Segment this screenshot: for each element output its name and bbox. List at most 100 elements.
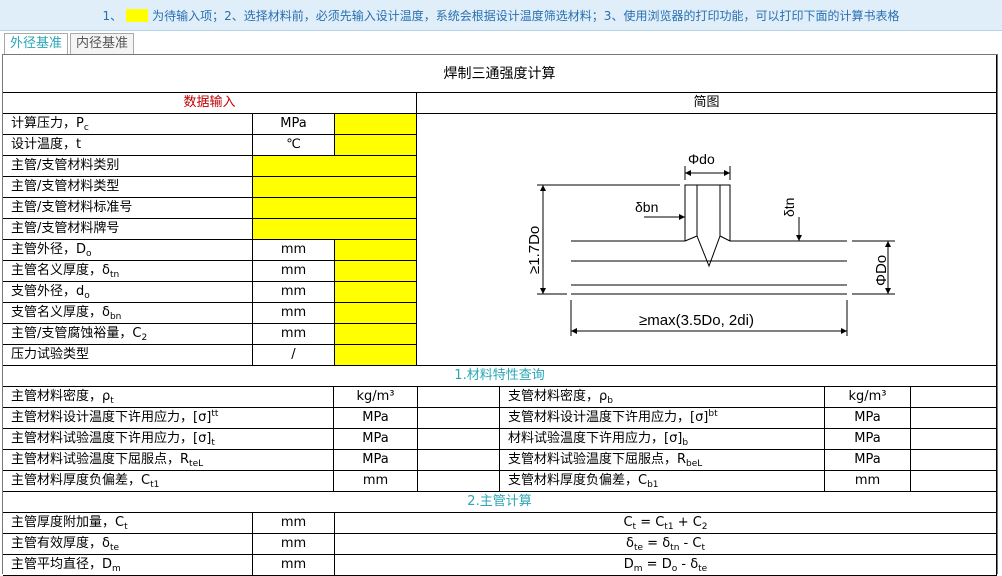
unit-cell: mm xyxy=(253,555,335,576)
input-field[interactable] xyxy=(335,135,417,156)
input-row-label: 压力试验类型 xyxy=(3,345,253,366)
input-row-label: 主管/支管材料标准号 xyxy=(3,198,253,219)
instructions-text: 为待输入项；2、选择材料前，必须先输入设计温度，系统会根据设计温度筛选材料；3、… xyxy=(152,8,900,23)
property-value-cell xyxy=(418,387,500,408)
formula-subscript: te xyxy=(698,564,708,574)
unit-text: / xyxy=(291,347,296,362)
calc-label-subscript: te xyxy=(109,543,120,553)
instructions-banner: 1、 为待输入项；2、选择材料前，必须先输入设计温度，系统会根据设计温度筛选材料… xyxy=(0,0,1002,31)
row-label-subscript: bn xyxy=(109,312,122,322)
weld-lines xyxy=(684,235,731,242)
section2-header: 2.主管计算 xyxy=(3,492,997,513)
input-row-label: 主管/支管材料牌号 xyxy=(3,219,253,240)
instructions-prefix: 1、 xyxy=(102,8,123,23)
input-select-field[interactable] xyxy=(253,177,417,198)
row-label-text: 主管/支管材料类型 xyxy=(11,179,120,194)
property-label-text: 支管材料厚度负偏差，C xyxy=(508,473,648,488)
material-property-label: 主管材料试验温度下屈服点，RteL xyxy=(3,450,334,471)
tee-body-outline xyxy=(571,184,847,295)
dimension-lines xyxy=(537,166,895,336)
formula-text: C xyxy=(623,515,633,530)
unit-cell: kg/m³ xyxy=(334,387,418,408)
tab-inner-diameter[interactable]: 内径基准 xyxy=(70,33,135,54)
row-label-text: 计算压力，P xyxy=(11,116,84,131)
unit-text: MPa xyxy=(280,116,307,131)
calc-row-label: 主管有效厚度，δte xyxy=(3,534,253,555)
property-subscript: b xyxy=(607,396,613,406)
unit-cell: mm xyxy=(253,240,335,261)
input-row-label: 支管外径，do xyxy=(3,282,253,303)
branch-inner-walls xyxy=(696,185,721,268)
input-row-label: 主管/支管材料类型 xyxy=(3,177,253,198)
input-row-label: 主管名义厚度，δtn xyxy=(3,261,253,282)
row-label-text: 支管外径，d xyxy=(11,284,85,299)
property-label-text: 主管材料试验温度下许用应力，[σ] xyxy=(11,431,212,446)
formula-text: = C xyxy=(636,515,665,530)
unit-text: kg/m³ xyxy=(848,389,887,404)
formula-text: - C xyxy=(679,536,702,551)
property-subscript: t xyxy=(211,438,215,448)
tab-outer-diameter[interactable]: 外径基准 xyxy=(4,33,69,55)
input-row-label: 计算压力，Pc xyxy=(3,114,253,135)
material-property-label: 主管材料密度，ρt xyxy=(3,387,334,408)
material-property-label: 支管材料试验温度下屈服点，RbeL xyxy=(500,450,825,471)
formula-subscript: t xyxy=(701,543,705,553)
unit-text: mm xyxy=(280,284,307,299)
calc-row-label: 主管平均直径，Dm xyxy=(3,555,253,576)
label-branch-thickness: δbn xyxy=(635,199,658,215)
unit-text: mm xyxy=(362,473,389,488)
input-field[interactable] xyxy=(335,240,417,261)
label-height: ≥1.7Do xyxy=(526,226,543,274)
calc-label-subscript: t xyxy=(124,522,128,532)
label-branch-od: Φdo xyxy=(688,151,715,167)
property-subscript: teL xyxy=(189,459,204,469)
row-label-text: 主管外径，D xyxy=(11,242,87,257)
formula-cell: Ct = Ct1 + C2 xyxy=(335,513,997,534)
unit-text: MPa xyxy=(854,452,881,467)
input-select-field[interactable] xyxy=(253,219,417,240)
property-label-text: 支管材料试验温度下屈服点，R xyxy=(508,452,687,467)
input-field[interactable] xyxy=(335,114,417,135)
property-label-text: 主管材料厚度负偏差，C xyxy=(11,473,151,488)
row-label-text: 设计温度，t xyxy=(11,137,82,152)
property-value-cell xyxy=(418,408,500,429)
row-label-subscript: o xyxy=(84,291,90,301)
unit-cell: kg/m³ xyxy=(825,387,911,408)
tee-diagram-panel: Φdo δbn δtn ≥1.7Do ΦDo ≥max(3.5Do, 2di) xyxy=(417,114,997,366)
label-length: ≥max(3.5Do, 2di) xyxy=(639,312,754,329)
row-label-text: 主管/支管腐蚀裕量，C xyxy=(11,326,142,341)
input-field[interactable] xyxy=(335,261,417,282)
unit-cell: mm xyxy=(334,471,418,492)
formula-text: + C xyxy=(673,515,702,530)
calc-label-text: 主管有效厚度，δ xyxy=(11,536,110,551)
formula-text: - δ xyxy=(677,557,699,572)
input-field[interactable] xyxy=(335,324,417,345)
property-label-text: 材料试验温度下许用应力，[σ] xyxy=(508,431,683,446)
mode-tabs: 外径基准 内径基准 xyxy=(4,33,136,55)
unit-text: MPa xyxy=(362,431,389,446)
label-main-od: ΦDo xyxy=(873,255,890,286)
tee-diagram: Φdo δbn δtn ≥1.7Do ΦDo ≥max(3.5Do, 2di) xyxy=(526,151,895,336)
unit-cell: MPa xyxy=(825,429,911,450)
unit-cell: mm xyxy=(253,303,335,324)
property-value-cell xyxy=(911,471,997,492)
unit-cell: mm xyxy=(253,282,335,303)
unit-text: mm xyxy=(280,515,307,530)
property-label-text: 支管材料密度，ρ xyxy=(508,389,608,404)
calc-row-label: 主管厚度附加量，Ct xyxy=(3,513,253,534)
row-label-text: 主管/支管材料标准号 xyxy=(11,200,133,215)
input-field[interactable] xyxy=(335,282,417,303)
input-field[interactable] xyxy=(335,303,417,324)
input-field[interactable] xyxy=(335,345,417,366)
property-superscript: bt xyxy=(708,409,718,419)
input-select-field[interactable] xyxy=(253,198,417,219)
section1-header: 1.材料特性查询 xyxy=(3,366,997,387)
property-label-text: 支管材料设计温度下许用应力，[σ] xyxy=(508,410,709,425)
input-row-label: 主管/支管材料类别 xyxy=(3,156,253,177)
property-subscript: b1 xyxy=(647,480,659,490)
diagram-header: 简图 xyxy=(417,93,997,114)
input-select-field[interactable] xyxy=(253,156,417,177)
property-subscript: t xyxy=(110,396,114,406)
unit-cell: mm xyxy=(253,324,335,345)
row-label-text: 主管/支管材料牌号 xyxy=(11,221,120,236)
